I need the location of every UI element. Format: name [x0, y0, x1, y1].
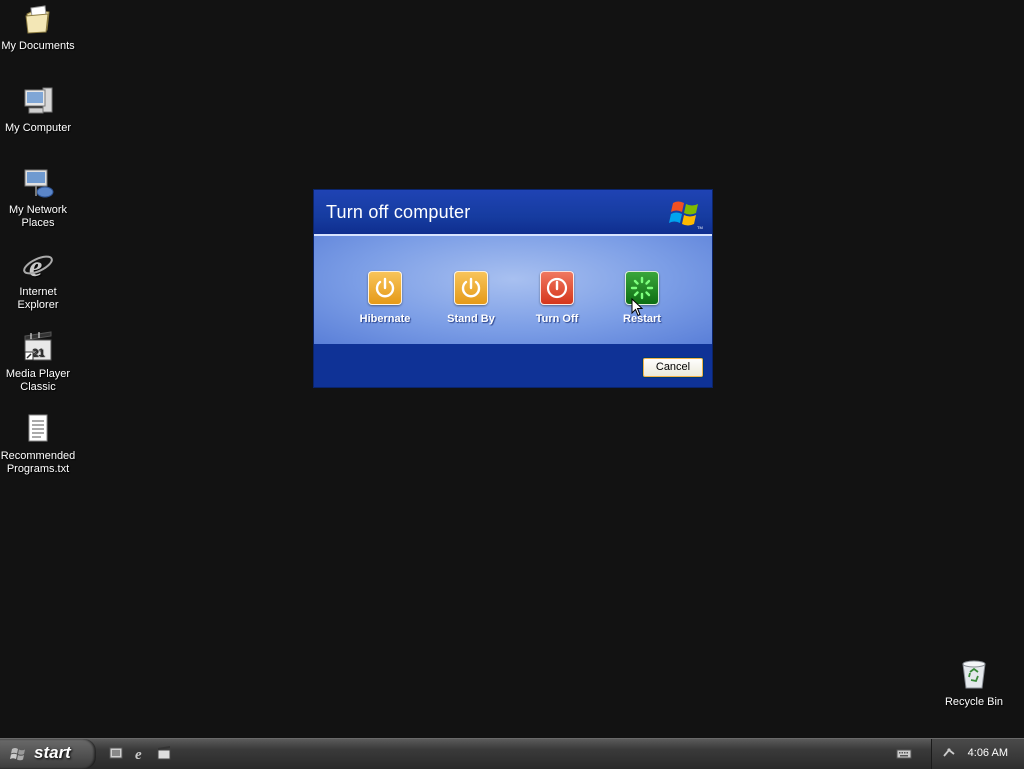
hibernate-icon[interactable] — [368, 271, 402, 305]
recycle-bin-icon — [957, 658, 991, 692]
clock[interactable]: 4:06 AM — [968, 747, 1008, 759]
media-player-classic-icon[interactable] — [156, 745, 172, 761]
internet-explorer-icon: e — [21, 248, 55, 283]
turn-off-label: Turn Off — [535, 313, 579, 325]
stand-by-label: Stand By — [447, 313, 495, 325]
desktop-icon-recommended-programs[interactable]: Recommended Programs.txt — [0, 412, 76, 476]
turn-off-icon[interactable] — [540, 271, 574, 305]
system-tray: 4:06 AM — [931, 739, 1024, 769]
media-player-classic-icon: 21 — [21, 330, 55, 364]
desktop-icon-my-network-places[interactable]: My Network Places — [0, 166, 76, 230]
start-label: start — [34, 743, 71, 762]
stand-by-option[interactable]: Stand By — [428, 271, 514, 325]
windows-logo-icon: TM — [668, 195, 704, 231]
windows-flag-icon — [10, 745, 28, 763]
hibernate-option[interactable]: Hibernate — [342, 271, 428, 325]
desktop-icon-label: My Computer — [4, 122, 72, 134]
desktop-icon-my-documents[interactable]: My Documents — [0, 2, 76, 53]
stand-by-icon[interactable] — [454, 271, 488, 305]
desktop-icon-label: Media Player Classic — [5, 368, 71, 393]
desktop-icon-label: My Network Places — [8, 204, 68, 229]
svg-text:21: 21 — [32, 347, 44, 359]
svg-text:e: e — [135, 747, 142, 761]
start-button[interactable]: start — [0, 739, 96, 769]
svg-text:e: e — [29, 250, 42, 282]
desktop-icon-media-player-classic[interactable]: 21 Media Player Classic — [0, 330, 76, 394]
dialog-title-bar: Turn off computer TM — [314, 190, 712, 236]
my-network-places-icon — [21, 166, 55, 200]
desktop-icon-label: Recycle Bin — [944, 696, 1004, 708]
cancel-button[interactable]: Cancel — [642, 357, 704, 378]
my-documents-icon — [21, 2, 55, 36]
desktop-icon-my-computer[interactable]: My Computer — [0, 84, 76, 135]
my-computer-icon — [21, 84, 55, 118]
taskbar: start e 4:06 AM — [0, 738, 1024, 769]
dialog-body: Hibernate Stand By Turn Off Restart — [314, 236, 712, 344]
hibernate-label: Hibernate — [359, 313, 411, 325]
keyboard-tray-icon[interactable] — [896, 747, 912, 759]
text-file-icon — [21, 412, 55, 446]
internet-explorer-icon[interactable]: e — [132, 745, 148, 763]
desktop-icon-internet-explorer[interactable]: e Internet Explorer — [0, 248, 76, 312]
mouse-cursor-icon — [631, 297, 644, 322]
desktop-icon-label: Recommended Programs.txt — [0, 450, 76, 475]
dialog-title: Turn off computer — [326, 202, 471, 222]
turn-off-option[interactable]: Turn Off — [514, 271, 600, 325]
desktop-icon-label: My Documents — [1, 40, 75, 52]
show-desktop-icon[interactable] — [108, 745, 124, 761]
turn-off-dialog: Turn off computer TM Hibernate Stand By … — [314, 190, 712, 387]
desktop-icon-recycle-bin[interactable]: Recycle Bin — [936, 658, 1012, 709]
svg-text:TM: TM — [697, 225, 703, 230]
desktop-icon-label: Internet Explorer — [17, 286, 59, 311]
network-tray-icon[interactable] — [942, 746, 956, 760]
